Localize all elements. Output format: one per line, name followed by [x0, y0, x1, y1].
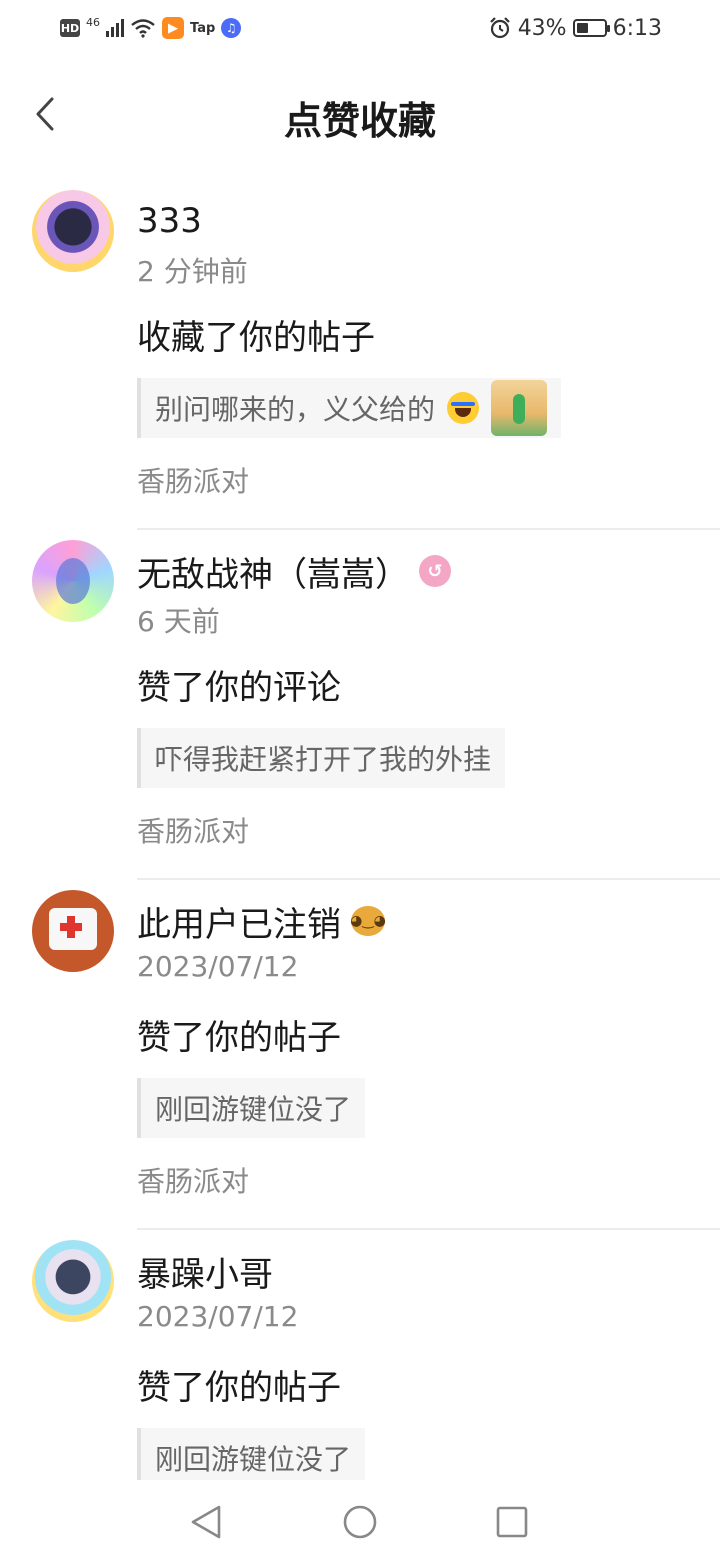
user-row: 此用户已注销 ◕‿◕ [137, 894, 720, 948]
hd-icon: HD [60, 19, 80, 37]
user-row: 333 [137, 194, 720, 248]
action-text: 赞了你的帖子 [137, 1368, 341, 1408]
system-nav-bar [0, 1480, 720, 1560]
clock: 6:13 [612, 15, 662, 41]
alarm-icon [489, 17, 510, 39]
avatar[interactable] [32, 540, 114, 622]
status-bar: HD 46 ▶ Tap ♫ 43% 6:13 [0, 0, 720, 58]
timestamp: 2 分钟前 [137, 255, 248, 288]
quoted-text: 吓得我赶紧打开了我的外挂 [155, 743, 492, 776]
user-name[interactable]: 此用户已注销 [137, 897, 341, 946]
quoted-text: 刚回游键位没了 [155, 1093, 352, 1126]
notification-item[interactable]: 此用户已注销 ◕‿◕ 2023/07/12 赞了你的帖子 刚回游键位没了 香肠派… [0, 880, 720, 1230]
nav-recents-button[interactable] [492, 1502, 532, 1542]
square-recents-icon [496, 1506, 528, 1538]
triangle-back-icon [191, 1505, 221, 1539]
action-text: 赞了你的评论 [137, 668, 341, 708]
timestamp: 2023/07/12 [137, 1300, 299, 1333]
sticker-icon: ◕‿◕ [350, 906, 386, 936]
notification-list: 333 2 分钟前 收藏了你的帖子 别问哪来的，义父给的 香肠派对 无敌战神（嵩… [0, 180, 720, 1560]
timestamp: 2023/07/12 [137, 950, 299, 983]
nav-back-button[interactable] [186, 1502, 226, 1542]
notification-item[interactable]: 333 2 分钟前 收藏了你的帖子 别问哪来的，义父给的 香肠派对 [0, 180, 720, 530]
quoted-comment[interactable]: 吓得我赶紧打开了我的外挂 [137, 728, 506, 788]
crying-emoji-icon [447, 392, 480, 424]
action-text: 收藏了你的帖子 [137, 318, 375, 358]
status-icons-left: HD 46 ▶ Tap ♫ [60, 14, 242, 42]
notification-item[interactable]: 无敌战神（嵩嵩） ↺ 6 天前 赞了你的评论 吓得我赶紧打开了我的外挂 香肠派对 [0, 530, 720, 880]
user-row: 暴躁小哥 [137, 1244, 720, 1298]
avatar[interactable] [32, 1240, 114, 1322]
timestamp: 6 天前 [137, 605, 220, 638]
quoted-text: 刚回游键位没了 [155, 1443, 352, 1476]
avatar[interactable] [32, 890, 114, 972]
header: 点赞收藏 [0, 70, 720, 158]
signal-icon [106, 19, 124, 37]
quoted-text: 别问哪来的，义父给的 [155, 393, 436, 426]
music-icon: ♫ [221, 18, 242, 38]
level-badge-icon: ↺ [419, 555, 451, 587]
game-source[interactable]: 香肠派对 [137, 1160, 720, 1200]
user-name[interactable]: 无敌战神（嵩嵩） [137, 547, 409, 596]
quoted-post[interactable]: 刚回游键位没了 [137, 1078, 366, 1138]
nav-home-button[interactable] [340, 1502, 380, 1542]
taptap-icon: Tap [190, 20, 216, 36]
quoted-post[interactable]: 别问哪来的，义父给的 [137, 378, 562, 438]
battery-icon [572, 19, 610, 37]
post-thumbnail [491, 380, 548, 436]
game-source[interactable]: 香肠派对 [137, 460, 720, 500]
game-source[interactable]: 香肠派对 [137, 810, 720, 850]
status-icons-right: 43% 6:13 [488, 14, 662, 42]
page-title: 点赞收藏 [283, 99, 436, 143]
user-name[interactable]: 333 [137, 201, 202, 241]
quoted-post[interactable]: 刚回游键位没了 [137, 1428, 366, 1488]
wifi-icon [131, 19, 155, 38]
circle-home-icon [343, 1505, 377, 1539]
network-type: 46 [86, 15, 100, 29]
action-text: 赞了你的帖子 [137, 1018, 341, 1058]
video-app-icon: ▶ [162, 17, 184, 39]
battery-level [576, 23, 588, 33]
user-row: 无敌战神（嵩嵩） ↺ [137, 544, 720, 598]
notification-content: 333 2 分钟前 收藏了你的帖子 别问哪来的，义父给的 香肠派对 [137, 180, 720, 500]
user-name[interactable]: 暴躁小哥 [137, 1247, 273, 1296]
notification-content: 暴躁小哥 2023/07/12 赞了你的帖子 刚回游键位没了 [137, 1230, 720, 1488]
notification-content: 此用户已注销 ◕‿◕ 2023/07/12 赞了你的帖子 刚回游键位没了 香肠派… [137, 880, 720, 1200]
notification-content: 无敌战神（嵩嵩） ↺ 6 天前 赞了你的评论 吓得我赶紧打开了我的外挂 香肠派对 [137, 530, 720, 850]
battery-percent: 43% [517, 15, 567, 41]
avatar[interactable] [32, 190, 114, 272]
